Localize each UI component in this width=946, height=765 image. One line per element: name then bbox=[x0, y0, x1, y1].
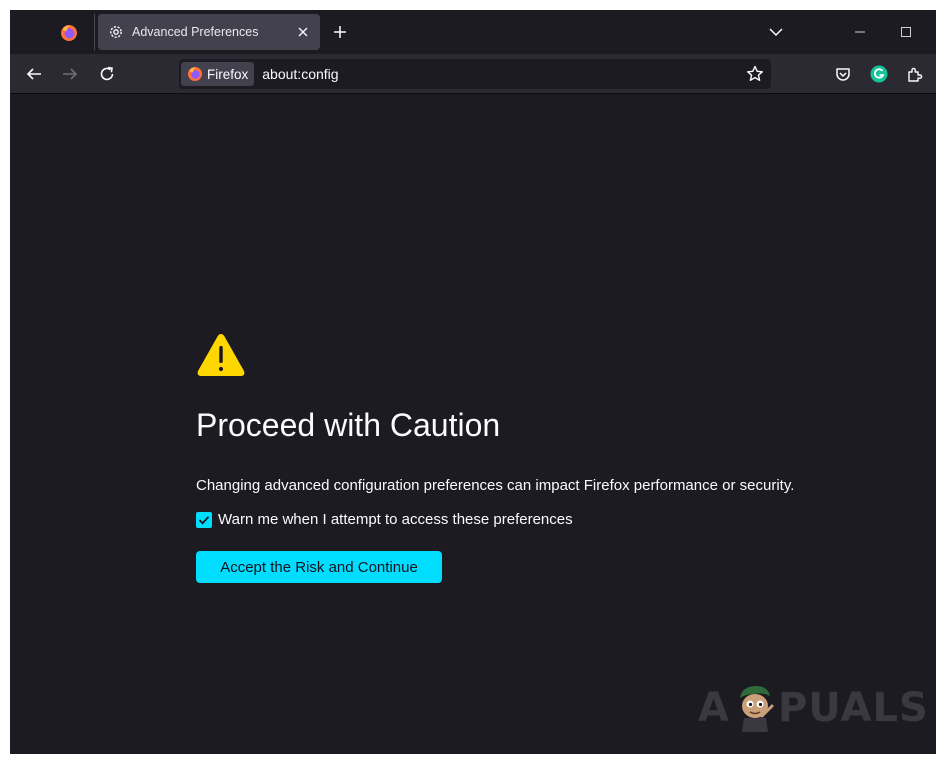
watermark-text-right: PUALS bbox=[777, 685, 929, 731]
puzzle-icon bbox=[908, 67, 923, 82]
warn-preference-row[interactable]: Warn me when I attempt to access these p… bbox=[196, 511, 573, 528]
firefox-view-button[interactable] bbox=[57, 21, 81, 45]
identity-label: Firefox bbox=[207, 66, 249, 82]
arrow-right-icon bbox=[63, 68, 78, 80]
navigation-toolbar: Firefox about:config bbox=[10, 54, 936, 94]
gear-icon bbox=[108, 24, 124, 40]
checkmark-icon bbox=[198, 515, 210, 524]
pocket-icon bbox=[836, 68, 850, 81]
reload-icon bbox=[100, 66, 114, 81]
grammarly-button[interactable] bbox=[869, 64, 889, 84]
tab-separator bbox=[94, 14, 95, 50]
arrow-left-icon bbox=[26, 68, 41, 80]
warn-checkbox-label: Warn me when I attempt to access these p… bbox=[218, 511, 573, 528]
maximize-button[interactable] bbox=[896, 22, 916, 42]
warning-triangle-icon bbox=[197, 334, 245, 376]
reload-button[interactable] bbox=[97, 64, 117, 84]
bookmark-button[interactable] bbox=[745, 64, 765, 84]
warn-checkbox[interactable] bbox=[196, 511, 212, 528]
firefox-logo-icon bbox=[187, 66, 203, 82]
url-bar[interactable]: Firefox about:config bbox=[179, 59, 771, 89]
close-icon[interactable] bbox=[296, 25, 310, 39]
tab-advanced-preferences[interactable]: Advanced Preferences bbox=[98, 14, 320, 50]
page-title: Proceed with Caution bbox=[196, 407, 501, 443]
appuals-watermark: A PUALS bbox=[698, 680, 929, 736]
star-icon bbox=[747, 65, 763, 81]
accept-risk-button[interactable]: Accept the Risk and Continue bbox=[196, 551, 442, 583]
forward-button[interactable] bbox=[60, 64, 80, 84]
chevron-down-icon bbox=[769, 28, 783, 37]
maximize-icon bbox=[901, 27, 911, 37]
mascot-logo-icon bbox=[739, 686, 774, 732]
identity-box[interactable]: Firefox bbox=[181, 62, 255, 86]
watermark-text-left: A bbox=[698, 685, 730, 731]
firefox-logo-icon bbox=[61, 25, 77, 41]
page-content: Proceed with Caution Changing advanced c… bbox=[10, 95, 936, 754]
extensions-button[interactable] bbox=[905, 64, 925, 84]
tab-title: Advanced Preferences bbox=[132, 25, 259, 39]
new-tab-button[interactable] bbox=[328, 22, 352, 42]
minimize-button[interactable] bbox=[850, 22, 870, 42]
plus-icon bbox=[334, 26, 346, 38]
pocket-button[interactable] bbox=[833, 64, 853, 84]
back-button[interactable] bbox=[24, 64, 44, 84]
minimize-icon bbox=[855, 31, 865, 33]
browser-window: Advanced Preferences Firefox about:confi… bbox=[10, 10, 936, 754]
url-input[interactable]: about:config bbox=[262, 66, 745, 82]
list-all-tabs-button[interactable] bbox=[766, 22, 786, 42]
grammarly-icon bbox=[870, 65, 888, 83]
warning-description: Changing advanced configuration preferen… bbox=[196, 477, 795, 494]
tab-strip: Advanced Preferences bbox=[10, 10, 936, 54]
